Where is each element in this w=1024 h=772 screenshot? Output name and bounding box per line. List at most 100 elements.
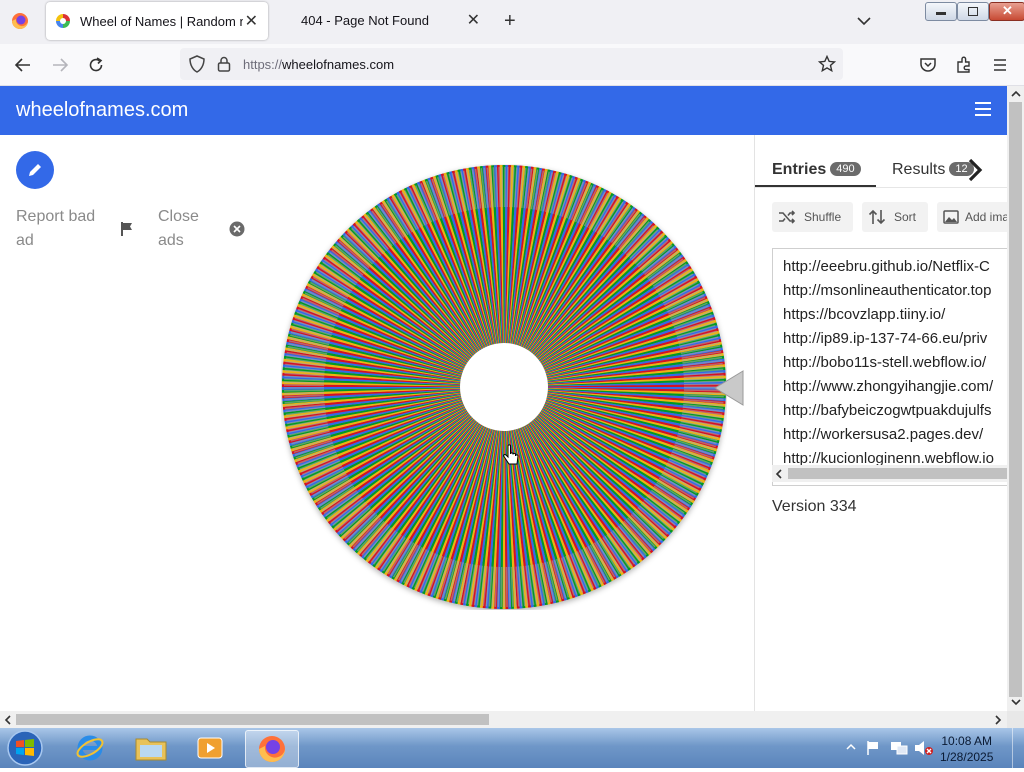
entry-line: http://bafybeiczogwtpuakdujulfs	[783, 402, 992, 419]
show-desktop-button[interactable]	[1012, 728, 1024, 768]
action-center-flag-icon[interactable]	[866, 740, 880, 756]
entries-textarea[interactable]: ··························· http://eeebr…	[772, 248, 1007, 486]
pencil-icon	[29, 164, 41, 176]
add-image-label: Add image	[965, 210, 1007, 224]
url-text[interactable]: https://wheelofnames.com	[243, 57, 394, 72]
scrollbar-corner	[1007, 711, 1024, 728]
chevron-down-icon[interactable]	[856, 13, 872, 29]
bookmark-star-icon[interactable]	[816, 53, 838, 75]
sort-button[interactable]: Sort	[862, 202, 928, 232]
reload-icon[interactable]	[85, 54, 107, 76]
wheel-pointer-icon	[714, 370, 744, 406]
app-bar: wheelofnames.com	[0, 86, 1007, 135]
taskbar-internet-explorer[interactable]	[64, 730, 116, 766]
entry-line: http://ip89.ip-137-74-66.eu/priv	[783, 330, 988, 347]
scroll-left-icon[interactable]	[775, 469, 783, 479]
url-host: wheelofnames.com	[282, 57, 395, 72]
taskbar-file-explorer[interactable]	[125, 730, 177, 766]
scroll-thumb[interactable]	[788, 468, 1007, 479]
sort-label: Sort	[894, 210, 917, 224]
entry-line: http://eeebru.github.io/Netflix-C	[783, 258, 990, 275]
entry-partial: ···························	[783, 249, 918, 256]
shuffle-icon	[779, 210, 796, 224]
hand-cursor-icon	[503, 444, 519, 465]
clock-date: 1/28/2025	[940, 750, 994, 764]
image-icon	[943, 210, 959, 224]
taskbar-media-player[interactable]	[184, 730, 236, 766]
clock-time: 10:08 AM	[941, 734, 993, 748]
minimize-button[interactable]	[925, 2, 957, 21]
pocket-icon[interactable]	[917, 54, 939, 76]
entry-line: http://workersusa2.pages.dev/	[783, 426, 984, 443]
firefox-icon	[259, 736, 285, 762]
tab-entries-label: Entries	[772, 161, 827, 178]
chevron-right-icon[interactable]	[965, 157, 985, 183]
system-clock[interactable]: 10:08 AM 1/28/2025	[940, 733, 993, 765]
page-vertical-scrollbar[interactable]	[1007, 86, 1024, 711]
tab-entries[interactable]: Entries 490	[772, 161, 861, 179]
scroll-thumb[interactable]	[16, 714, 489, 725]
window-close-button[interactable]: ✕	[989, 2, 1024, 21]
entries-panel: Entries 490 Results 12 Shuffle Sort Add im…	[754, 135, 1007, 711]
shuffle-button[interactable]: Shuffle	[772, 202, 853, 232]
taskbar-firefox[interactable]	[245, 730, 299, 768]
media-player-icon	[197, 737, 223, 759]
url-scheme: https://	[243, 57, 283, 72]
edit-pencil-button[interactable]	[16, 151, 54, 189]
firefox-icon[interactable]	[10, 11, 30, 31]
url-bar[interactable]: https://wheelofnames.com	[180, 48, 843, 80]
version-label: Version 334	[772, 498, 857, 515]
restore-button[interactable]	[957, 2, 989, 21]
start-button[interactable]	[4, 729, 46, 767]
tab-results-label: Results	[892, 161, 946, 178]
taskbar: 10:08 AM 1/28/2025	[0, 728, 1024, 768]
scroll-thumb[interactable]	[1009, 102, 1022, 697]
hamburger-menu-icon[interactable]	[975, 102, 991, 120]
volume-muted-icon[interactable]	[914, 740, 934, 756]
shuffle-label: Shuffle	[804, 210, 842, 224]
forward-icon[interactable]	[49, 54, 71, 76]
windows-logo-icon	[7, 730, 43, 766]
tab-strip: Wheel of Names | Random name picker ✕ 40…	[0, 0, 1024, 44]
scroll-down-icon[interactable]	[1011, 698, 1021, 706]
entry-line: https://bcovzlapp.tiiny.io/	[783, 306, 946, 323]
page-horizontal-scrollbar[interactable]	[0, 711, 1007, 728]
page-content: wheelofnames.com Report bad ad Close ads…	[0, 86, 1007, 711]
name-wheel[interactable]	[281, 164, 727, 610]
sort-icon	[868, 209, 886, 225]
flag-icon[interactable]	[120, 221, 134, 237]
entry-line: http://www.zhongyihangjie.com/	[783, 378, 994, 395]
site-brand[interactable]: wheelofnames.com	[16, 99, 188, 122]
tab-wheel-of-names[interactable]: Wheel of Names | Random name picker ✕	[46, 2, 268, 40]
close-ads-link[interactable]: Close ads	[158, 205, 208, 253]
tab-results[interactable]: Results 12	[892, 161, 974, 179]
wheel-favicon-icon	[56, 14, 70, 28]
close-tab-icon[interactable]: ✕	[245, 11, 258, 31]
internet-explorer-icon	[76, 735, 104, 761]
report-bad-ad-link[interactable]: Report bad ad	[16, 205, 111, 253]
entry-line: http://bobo11s-stell.webflow.io/	[783, 354, 987, 371]
add-image-button[interactable]: Add image	[937, 202, 1007, 232]
tab-404[interactable]: 404 - Page Not Found ✕	[285, 0, 490, 40]
new-tab-icon[interactable]: +	[504, 10, 516, 33]
back-icon[interactable]	[12, 54, 34, 76]
lock-icon[interactable]	[213, 53, 235, 75]
extensions-icon[interactable]	[953, 54, 975, 76]
shield-icon[interactable]	[186, 53, 208, 75]
show-hidden-icons-icon[interactable]	[846, 743, 856, 751]
scroll-left-icon[interactable]	[4, 715, 12, 725]
entries-horizontal-scrollbar[interactable]	[772, 465, 1007, 482]
nav-bar: https://wheelofnames.com	[0, 44, 1024, 86]
scroll-up-icon[interactable]	[1011, 90, 1021, 98]
close-tab-icon[interactable]: ✕	[467, 10, 480, 30]
tab-title: 404 - Page Not Found	[301, 12, 429, 28]
network-icon[interactable]	[890, 740, 908, 756]
folder-icon	[135, 738, 167, 761]
close-circle-icon[interactable]	[229, 221, 245, 237]
entry-line: http://msonlineauthenticator.top	[783, 282, 992, 299]
wheel-center[interactable]	[460, 343, 548, 431]
entries-count-badge: 490	[830, 162, 861, 176]
scroll-right-icon[interactable]	[994, 715, 1002, 725]
menu-icon[interactable]	[989, 54, 1011, 76]
tab-title: Wheel of Names | Random name picker	[80, 13, 243, 29]
